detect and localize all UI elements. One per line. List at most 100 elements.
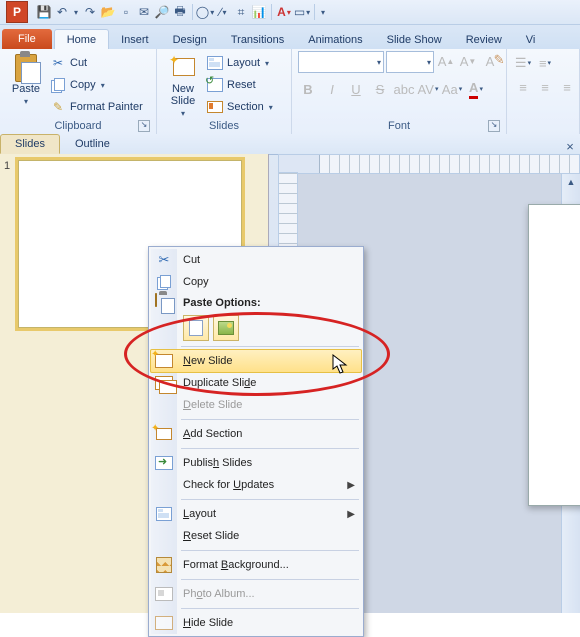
copy-button[interactable]: Copy ▾ [46,75,147,95]
menu-publish-slides[interactable]: Publish Slides [151,452,361,474]
shadow-button[interactable]: abc [394,79,414,99]
format-painter-button[interactable]: Format Painter [46,97,147,117]
shrink-font-button[interactable]: A▼ [458,51,478,71]
layout-button[interactable]: Layout▾ [203,53,277,73]
group-paragraph-label [513,118,573,135]
menu-check-for-updates[interactable]: Check for Updates ▶ [151,474,361,496]
menu-separator [181,499,359,500]
tab-file[interactable]: File [2,29,52,49]
qat-customize-icon[interactable]: ▾ [319,4,327,20]
menu-photo-album: Photo Album... [151,583,361,605]
numbering-button[interactable]: ≡▾ [535,53,555,73]
tab-design[interactable]: Design [161,30,219,49]
layout-icon [155,505,173,523]
italic-button[interactable]: I [322,79,342,99]
tab-animations[interactable]: Animations [296,30,374,49]
align-center-button[interactable]: ≡ [535,77,555,97]
underline-button[interactable]: U [346,79,366,99]
print-preview-icon[interactable]: 🔎 [154,4,170,20]
new-slide-button[interactable]: ✦ New Slide ▾ [163,51,203,118]
title-bar: 💾 ↶ ▾ ↷ 📂 ▫ ✉ 🔎 🖶 ◯ ∕ ⌗ 📊 A ▭ ▾ [0,0,580,25]
section-label: Section [227,101,264,113]
menu-duplicate-slide[interactable]: Duplicate Slide [151,372,361,394]
paste-label: Paste [12,83,40,95]
menu-reset-slide[interactable]: Reset Slide [151,525,361,547]
save-icon[interactable]: 💾 [36,4,52,20]
tab-home[interactable]: Home [54,29,109,49]
new-icon[interactable]: ▫ [118,4,134,20]
new-slide-dropdown-icon[interactable]: ▾ [181,109,185,118]
reset-icon [207,77,223,93]
bullets-button[interactable]: ☰▾ [513,53,533,73]
new-slide-icon: ✦ [170,54,196,80]
grow-font-button[interactable]: A▲ [436,51,456,71]
quick-print-icon[interactable]: 🖶 [172,4,188,20]
bold-button[interactable]: B [298,79,318,99]
font-launcher-icon[interactable]: ↘ [488,120,500,132]
menu-copy[interactable]: Copy [151,271,361,293]
undo-icon[interactable]: ↶ [54,4,70,20]
menu-hide-slide[interactable]: Hide Slide [151,612,361,634]
menu-cut[interactable]: Cut [151,249,361,271]
undo-dropdown-icon[interactable]: ▾ [72,4,80,20]
tab-view[interactable]: Vi [514,30,548,49]
group-slides-label: Slides [163,118,285,135]
font-color-button[interactable]: A▾ [466,79,486,99]
change-case-button[interactable]: Aa▾ [442,79,462,99]
shape-fill-icon[interactable]: ▭ [294,4,310,20]
hide-slide-icon [155,614,173,632]
tab-transitions[interactable]: Transitions [219,30,296,49]
cut-button[interactable]: Cut [46,53,147,73]
slide-canvas[interactable] [528,204,580,506]
reset-button[interactable]: Reset [203,75,277,95]
format-background-icon [155,556,173,574]
paste-dropdown-icon[interactable]: ▾ [24,97,28,106]
menu-format-background[interactable]: Format Background... [151,554,361,576]
app-icon [6,1,28,23]
cut-label: Cut [70,57,87,69]
font-size-combo[interactable]: ▾ [386,51,434,73]
copy-icon [155,273,173,291]
align-left-button[interactable]: ≡ [513,77,533,97]
menu-new-slide[interactable]: New Slide [150,349,362,373]
tab-insert[interactable]: Insert [109,30,161,49]
open-icon[interactable]: 📂 [100,4,116,20]
group-icon[interactable]: ⌗ [233,4,249,20]
qat-separator2 [271,4,272,20]
section-button[interactable]: Section▾ [203,97,277,117]
ribbon: Paste ▾ Cut Copy ▾ Format Painter C [0,49,580,136]
tab-slideshow[interactable]: Slide Show [375,30,454,49]
strike-button[interactable]: S [370,79,390,99]
clear-formatting-button[interactable]: A✎ [480,51,500,71]
clipboard-launcher-icon[interactable]: ↘ [138,120,150,132]
menu-paste-options-header: Paste Options: [151,293,361,313]
copy-label: Copy [70,79,96,91]
context-menu: Cut Copy Paste Options: New Slide Duplic… [148,246,364,637]
qat-separator [192,4,193,20]
group-paragraph: ☰▾ ≡▾ ≡ ≡ ≡ [507,49,580,135]
tab-review[interactable]: Review [454,30,514,49]
tab-pane-slides[interactable]: Slides [0,134,60,154]
slide-number: 1 [4,160,10,172]
char-spacing-button[interactable]: AV▾ [418,79,438,99]
chart-icon[interactable]: 📊 [251,4,267,20]
tab-pane-outline[interactable]: Outline [60,134,125,154]
line-dropdown-icon[interactable]: ∕ [215,4,231,20]
pane-close-button[interactable]: × [560,139,580,154]
submenu-arrow-icon: ▶ [347,509,355,520]
paste-button[interactable]: Paste ▾ [6,51,46,106]
redo-icon[interactable]: ↷ [82,4,98,20]
font-color-icon[interactable]: A [276,4,292,20]
align-right-button[interactable]: ≡ [557,77,577,97]
paste-picture[interactable] [213,315,239,341]
menu-layout[interactable]: Layout ▶ [151,503,361,525]
font-family-combo[interactable]: ▾ [298,51,384,73]
group-clipboard: Paste ▾ Cut Copy ▾ Format Painter C [0,49,157,135]
layout-label: Layout [227,57,260,69]
menu-add-section[interactable]: Add Section [151,423,361,445]
paste-use-destination-theme[interactable] [183,315,209,341]
menu-separator [181,608,359,609]
email-icon[interactable]: ✉ [136,4,152,20]
group-clipboard-label: Clipboard↘ [6,118,150,135]
shape-dropdown-icon[interactable]: ◯ [197,4,213,20]
